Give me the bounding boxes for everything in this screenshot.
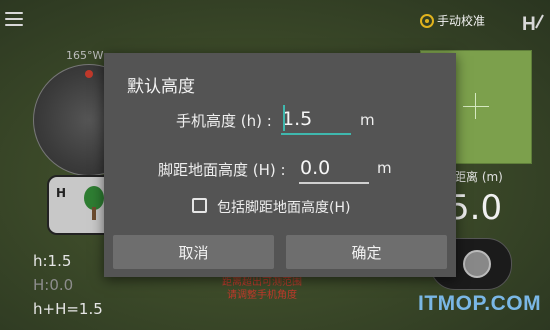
target-icon bbox=[420, 13, 434, 28]
total-height-readout: h+H=1.5 bbox=[33, 300, 103, 318]
phone-height-label: 手机高度 (h) : bbox=[176, 112, 272, 130]
height-mode-icon[interactable]: H bbox=[521, 10, 545, 34]
dialog-title: 默认高度 bbox=[127, 77, 195, 97]
svg-text:H: H bbox=[522, 14, 536, 34]
default-height-dialog: 默认高度 手机高度 (h) : m 脚距地面高度 (H) : m 包括脚距地面高… bbox=[104, 53, 456, 277]
ground-height-label: 脚距地面高度 (H) : bbox=[158, 161, 286, 179]
distance-value: 5.0 bbox=[448, 188, 503, 228]
include-ground-height-label[interactable]: 包括脚距地面高度(H) bbox=[217, 197, 350, 217]
ground-height-unit: m bbox=[377, 159, 392, 177]
tree-icon bbox=[84, 186, 104, 220]
phone-height-underline bbox=[281, 133, 351, 135]
ground-height-input[interactable] bbox=[300, 154, 368, 182]
ground-height-readout: H:0.0 bbox=[33, 276, 74, 294]
include-ground-height-checkbox[interactable] bbox=[192, 198, 207, 213]
phone-height-unit: m bbox=[360, 111, 375, 129]
watermark: ITMOP.COM bbox=[418, 292, 542, 315]
range-warning-line-1: 距离超出可测范围 bbox=[222, 277, 302, 288]
menu-icon[interactable] bbox=[5, 12, 23, 26]
range-warning: 距离超出可测范围 请调整手机角度 bbox=[222, 276, 302, 302]
range-warning-line-2: 请调整手机角度 bbox=[227, 290, 297, 301]
ground-height-underline bbox=[299, 182, 369, 184]
compass-heading: 165°W bbox=[66, 49, 104, 62]
manual-calibration-label: 手动校准 bbox=[437, 14, 486, 28]
cancel-button[interactable]: 取消 bbox=[113, 235, 274, 269]
phone-height-input[interactable] bbox=[282, 105, 350, 133]
compass-marker bbox=[85, 70, 93, 78]
phone-height-readout: h:1.5 bbox=[33, 252, 72, 270]
ok-button[interactable]: 确定 bbox=[286, 235, 447, 269]
text-cursor bbox=[283, 105, 285, 131]
manual-calibration-button[interactable]: 手动校准 bbox=[420, 12, 485, 29]
height-marker-icon: H bbox=[56, 186, 67, 200]
distance-label: 距离 (m) bbox=[454, 170, 503, 184]
measure-button-knob[interactable] bbox=[463, 250, 491, 278]
